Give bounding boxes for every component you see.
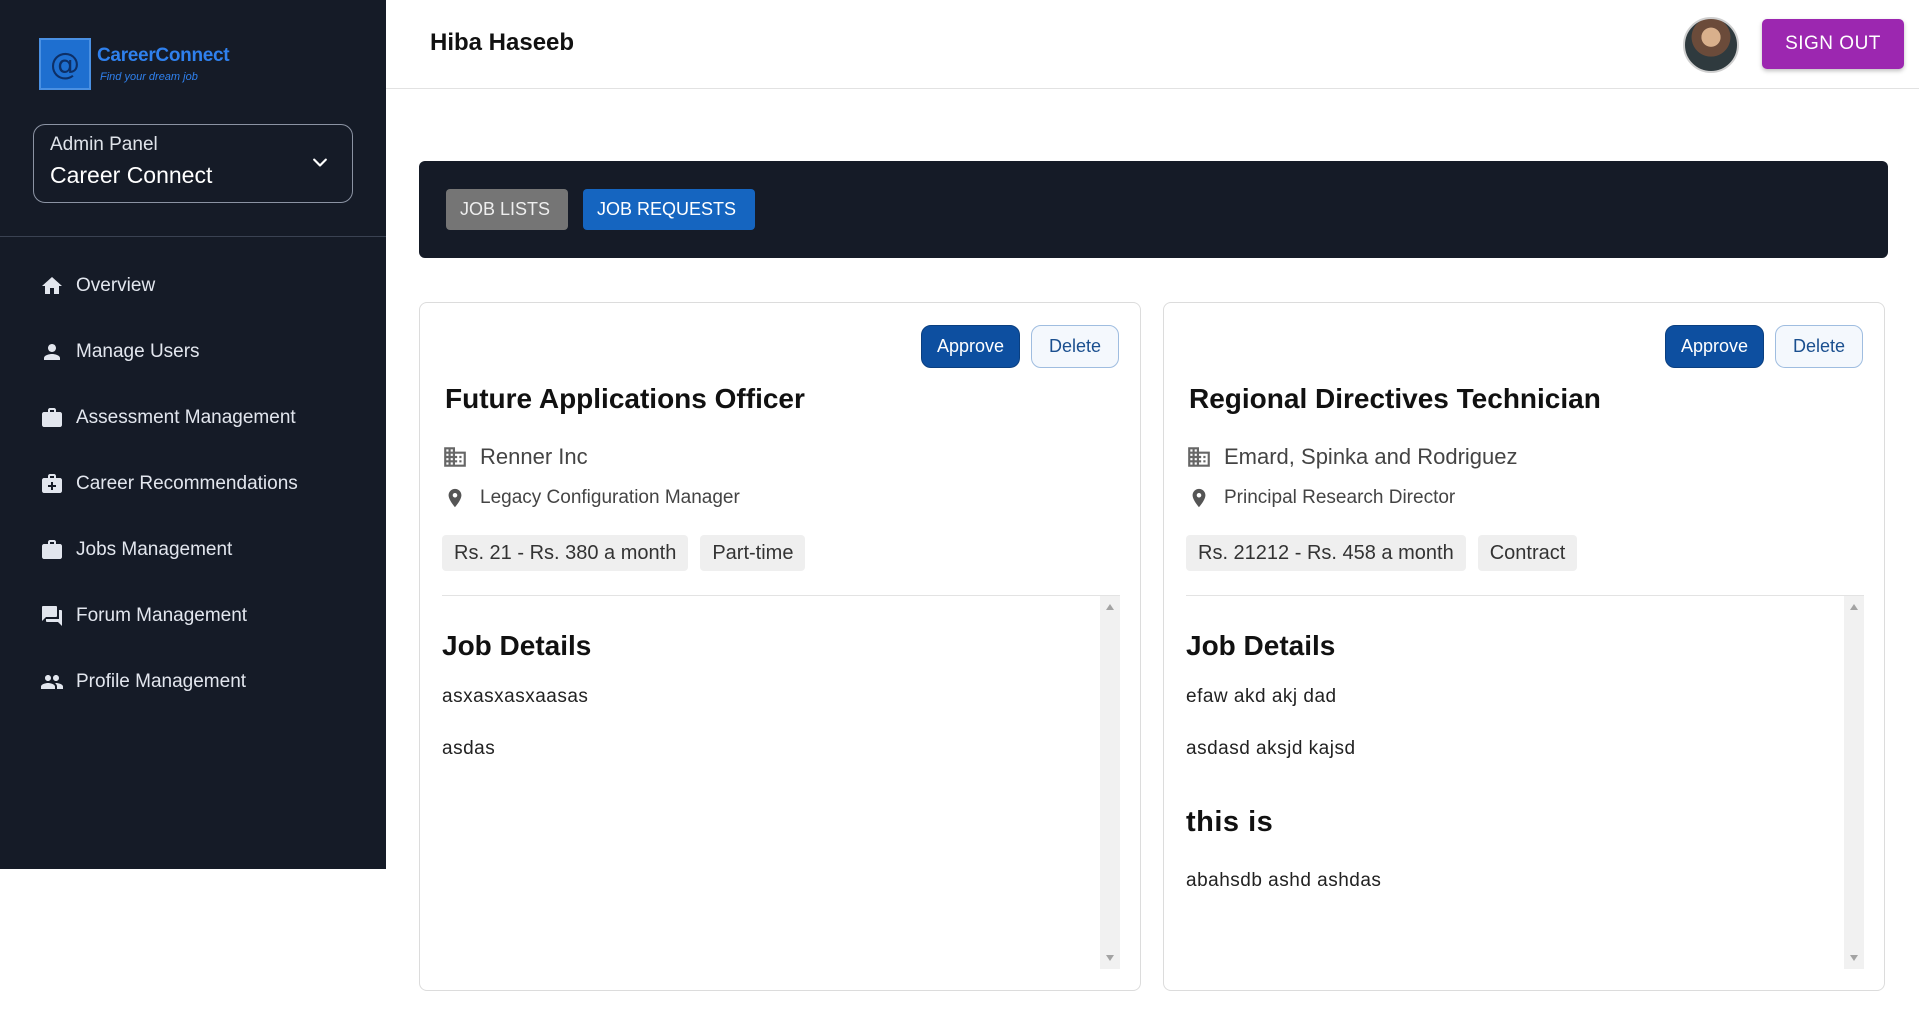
sidebar-divider <box>0 236 386 237</box>
brand-name: CareerConnect <box>97 45 230 66</box>
logo-text: CareerConnect Find your dream job <box>97 45 230 83</box>
building-icon <box>444 447 466 467</box>
home-icon <box>42 277 62 294</box>
job-details-subheading: this is <box>1186 806 1274 838</box>
company-name: Renner Inc <box>480 444 588 469</box>
approve-button[interactable]: Approve <box>1665 325 1764 368</box>
scroll-down-arrow-icon[interactable] <box>1106 955 1114 961</box>
job-chips: Rs. 21212 - Rs. 458 a month Contract <box>1186 535 1589 571</box>
job-details-paragraph: asdas <box>442 738 496 759</box>
user-name: Hiba Haseeb <box>430 29 575 56</box>
logo-mark: @ <box>39 38 91 90</box>
job-details-panel[interactable]: Job Details efaw akd akj dad asdasd aksj… <box>1186 596 1864 969</box>
location-text: Principal Research Director <box>1224 487 1456 508</box>
job-request-card: Approve Delete Future Applications Offic… <box>419 302 1141 991</box>
job-type-chip: Part-time <box>700 535 806 571</box>
scroll-up-arrow-icon[interactable] <box>1850 604 1858 610</box>
sidebar-item-manage-users[interactable]: Manage Users <box>0 319 386 385</box>
brand-tagline: Find your dream job <box>100 71 198 83</box>
location-row: Principal Research Director <box>1188 485 1455 511</box>
sidebar-item-jobs-management[interactable]: Jobs Management <box>0 517 386 583</box>
job-tabs-bar: JOB LISTS JOB REQUESTS <box>419 161 1888 258</box>
delete-button[interactable]: Delete <box>1031 325 1119 368</box>
sidebar-item-overview[interactable]: Overview <box>0 253 386 319</box>
sidebar-item-label: Jobs Management <box>76 539 233 560</box>
location-text: Legacy Configuration Manager <box>480 487 740 508</box>
job-type-chip: Contract <box>1477 535 1578 571</box>
job-details-paragraph: efaw akd akj dad <box>1186 686 1337 707</box>
sidebar-item-label: Profile Management <box>76 671 247 692</box>
job-chips: Rs. 21 - Rs. 380 a month Part-time <box>442 535 817 571</box>
sidebar: @ CareerConnect Find your dream job Admi… <box>0 0 386 869</box>
tab-job-lists[interactable]: JOB LISTS <box>446 189 568 230</box>
delete-button[interactable]: Delete <box>1775 325 1863 368</box>
panel-select-value: Career Connect <box>50 162 213 188</box>
sidebar-item-assessment-management[interactable]: Assessment Management <box>0 385 386 451</box>
approve-button[interactable]: Approve <box>921 325 1020 368</box>
scrollbar[interactable] <box>1100 596 1120 969</box>
sidebar-item-label: Career Recommendations <box>76 473 298 494</box>
panel-select[interactable]: Admin Panel Career Connect <box>33 124 353 203</box>
job-details-heading: Job Details <box>1186 630 1336 661</box>
company-name: Emard, Spinka and Rodriguez <box>1224 444 1518 469</box>
forum-icon <box>42 606 62 626</box>
app-root: @ CareerConnect Find your dream job Admi… <box>0 0 1919 1032</box>
job-details-panel[interactable]: Job Details asxasxasxaasas asdas <box>442 596 1120 969</box>
job-details-heading: Job Details <box>442 630 592 661</box>
sidebar-item-forum-management[interactable]: Forum Management <box>0 583 386 649</box>
sidebar-item-label: Assessment Management <box>76 407 296 428</box>
location-pin-icon <box>448 488 462 508</box>
sidebar-nav: Overview Manage Users Assessment Managem… <box>0 253 386 715</box>
panel-select-label: Admin Panel <box>50 134 158 155</box>
chevron-down-icon <box>313 158 327 167</box>
sidebar-item-label: Manage Users <box>76 341 200 362</box>
tab-job-requests[interactable]: JOB REQUESTS <box>583 189 755 230</box>
job-details-paragraph: asdasd aksjd kajsd <box>1186 738 1356 759</box>
sidebar-item-profile-management[interactable]: Profile Management <box>0 649 386 715</box>
medical-briefcase-icon <box>42 474 62 493</box>
briefcase-icon <box>42 408 62 427</box>
sidebar-item-career-recommendations[interactable]: Career Recommendations <box>0 451 386 517</box>
job-request-card: Approve Delete Regional Directives Techn… <box>1163 302 1885 991</box>
scrollbar[interactable] <box>1844 596 1864 969</box>
job-details-paragraph: asxasxasxaasas <box>442 686 589 707</box>
salary-chip: Rs. 21212 - Rs. 458 a month <box>1186 535 1466 571</box>
salary-chip: Rs. 21 - Rs. 380 a month <box>442 535 689 571</box>
location-pin-icon <box>1192 488 1206 508</box>
job-title: Future Applications Officer <box>445 383 805 414</box>
sidebar-item-label: Overview <box>76 275 156 296</box>
avatar[interactable] <box>1683 17 1739 73</box>
sign-out-button[interactable]: SIGN OUT <box>1762 19 1904 69</box>
sidebar-item-label: Forum Management <box>76 605 248 626</box>
company-row: Emard, Spinka and Rodriguez <box>1186 444 1518 470</box>
scroll-down-arrow-icon[interactable] <box>1850 955 1858 961</box>
company-row: Renner Inc <box>442 444 588 470</box>
brand-logo[interactable]: @ CareerConnect Find your dream job <box>39 38 230 90</box>
location-row: Legacy Configuration Manager <box>444 485 740 511</box>
top-header: Hiba Haseeb SIGN OUT <box>386 0 1919 89</box>
job-details-paragraph: abahsdb ashd ashdas <box>1186 870 1382 891</box>
people-icon <box>41 675 63 689</box>
person-icon <box>44 344 60 360</box>
scroll-up-arrow-icon[interactable] <box>1106 604 1114 610</box>
briefcase-icon <box>42 540 62 559</box>
job-title: Regional Directives Technician <box>1189 383 1601 414</box>
building-icon <box>1188 447 1210 467</box>
